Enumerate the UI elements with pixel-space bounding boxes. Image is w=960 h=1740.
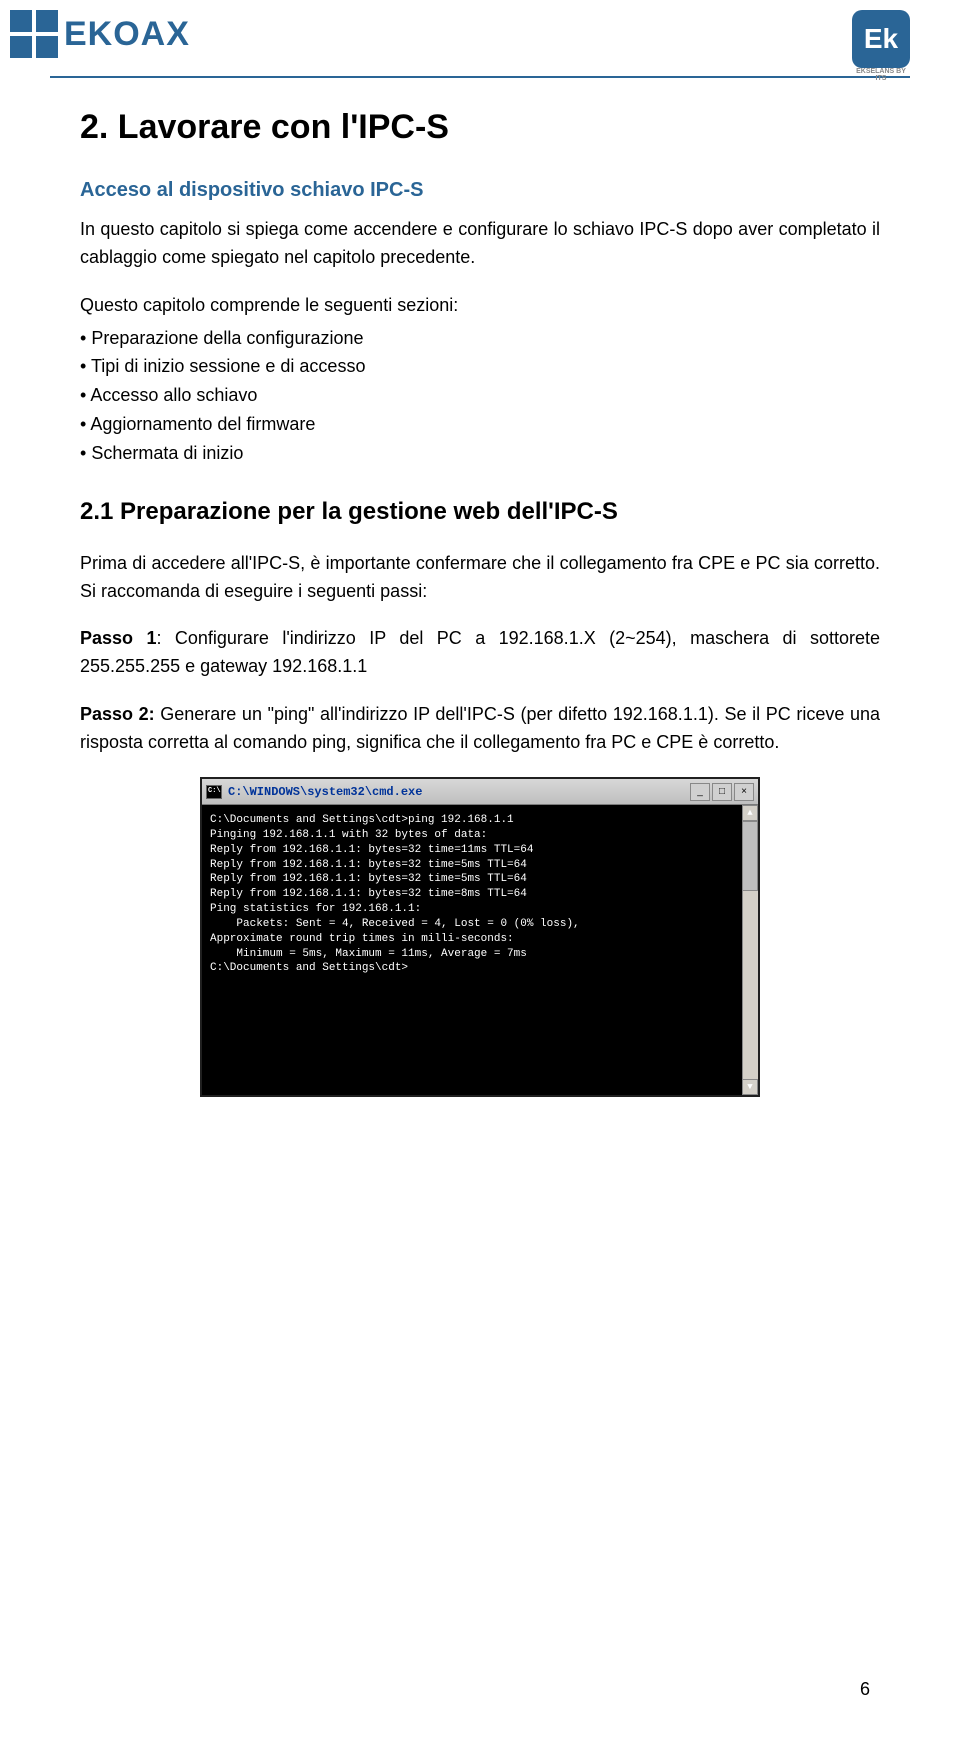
paragraph-list-intro: Questo capitolo comprende le seguenti se… [80, 292, 880, 320]
ek-logo-text: Ek [864, 23, 898, 55]
step-2-text: Generare un "ping" all'indirizzo IP dell… [80, 704, 880, 752]
close-button[interactable]: × [734, 783, 754, 801]
step-1: Passo 1: Configurare l'indirizzo IP del … [80, 625, 880, 681]
list-item: Preparazione della configurazione [80, 324, 880, 353]
minimize-button[interactable]: _ [690, 783, 710, 801]
cmd-title-text: C:\WINDOWS\system32\cmd.exe [228, 785, 422, 799]
ekoax-logo-text: EKOAX [64, 15, 190, 54]
list-item: Accesso allo schiavo [80, 381, 880, 410]
cmd-line: Reply from 192.168.1.1: bytes=32 time=5m… [210, 858, 750, 873]
ekoax-logo-squares-icon [10, 10, 58, 58]
cmd-line: Reply from 192.168.1.1: bytes=32 time=11… [210, 843, 750, 858]
list-item: Aggiornamento del firmware [80, 410, 880, 439]
cmd-icon [206, 785, 222, 799]
step-1-label: Passo 1 [80, 628, 156, 648]
page-header: EKOAX Ek EKSELANS BY ITS [0, 0, 960, 68]
section-title: Acceso al dispositivo schiavo IPC-S [80, 179, 880, 202]
cmd-window-buttons: _ □ × [690, 783, 754, 801]
cmd-line: Pinging 192.168.1.1 with 32 bytes of dat… [210, 828, 750, 843]
page-content: 2. Lavorare con l'IPC-S Acceso al dispos… [0, 108, 960, 1097]
cmd-window: C:\WINDOWS\system32\cmd.exe _ □ × C:\Doc… [200, 777, 760, 1097]
maximize-button[interactable]: □ [712, 783, 732, 801]
cmd-line: Reply from 192.168.1.1: bytes=32 time=5m… [210, 872, 750, 887]
cmd-line: Reply from 192.168.1.1: bytes=32 time=8m… [210, 887, 750, 902]
page-number: 6 [860, 1679, 870, 1700]
scroll-thumb[interactable] [742, 821, 758, 891]
header-divider [50, 76, 910, 78]
section-bullet-list: Preparazione della configurazione Tipi d… [80, 324, 880, 468]
scroll-down-button[interactable]: ▼ [742, 1079, 758, 1095]
chapter-title: 2. Lavorare con l'IPC-S [80, 108, 880, 147]
cmd-line: Ping statistics for 192.168.1.1: [210, 902, 750, 917]
step-2: Passo 2: Generare un "ping" all'indirizz… [80, 701, 880, 757]
ek-logo-subtext: EKSELANS BY ITS [852, 68, 910, 82]
list-item: Tipi di inizio sessione e di accesso [80, 352, 880, 381]
subsection-title: 2.1 Preparazione per la gestione web del… [80, 498, 880, 526]
list-item: Schermata di inizio [80, 439, 880, 468]
cmd-line: Approximate round trip times in milli-se… [210, 932, 750, 947]
step-1-text: : Configurare l'indirizzo IP del PC a 19… [80, 628, 880, 676]
cmd-line: C:\Documents and Settings\cdt> [210, 961, 750, 976]
cmd-titlebar: C:\WINDOWS\system32\cmd.exe _ □ × [202, 779, 758, 805]
ekoax-logo: EKOAX [10, 10, 190, 58]
scroll-up-button[interactable]: ▲ [742, 805, 758, 821]
step-2-label: Passo 2: [80, 704, 155, 724]
ek-logo-icon: Ek EKSELANS BY ITS [852, 10, 910, 68]
paragraph-intro: In questo capitolo si spiega come accend… [80, 216, 880, 272]
cmd-body: C:\Documents and Settings\cdt>ping 192.1… [202, 805, 758, 1095]
cmd-line: C:\Documents and Settings\cdt>ping 192.1… [210, 813, 750, 828]
cmd-screenshot: C:\WINDOWS\system32\cmd.exe _ □ × C:\Doc… [80, 777, 880, 1097]
paragraph: Prima di accedere all'IPC-S, è important… [80, 550, 880, 606]
cmd-line: Packets: Sent = 4, Received = 4, Lost = … [210, 917, 750, 932]
cmd-line: Minimum = 5ms, Maximum = 11ms, Average =… [210, 947, 750, 962]
